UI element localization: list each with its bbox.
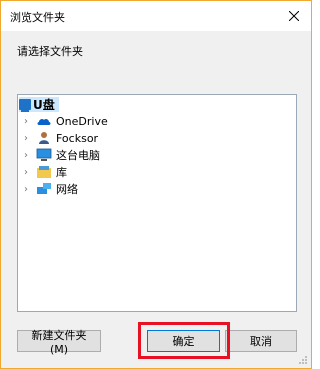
expand-chevron-icon[interactable]: › <box>20 184 32 195</box>
browse-folder-dialog: 浏览文件夹 请选择文件夹 U盘 › OneDrive › Focksor › 这… <box>0 0 312 369</box>
new-folder-button[interactable]: 新建文件夹(M) <box>17 329 101 356</box>
tree-item-label: 库 <box>56 166 67 179</box>
expand-chevron-icon[interactable]: › <box>20 116 32 127</box>
expand-chevron-icon[interactable]: › <box>20 133 32 144</box>
computer-icon <box>36 148 52 162</box>
tree-item-label: 这台电脑 <box>56 149 100 162</box>
tree-item-label: Focksor <box>56 131 99 145</box>
network-icon <box>36 182 52 196</box>
library-icon <box>36 165 52 179</box>
user-folder-icon <box>36 131 52 145</box>
tree-item-library[interactable]: › 库 <box>18 164 67 180</box>
dialog-title: 浏览文件夹 <box>10 11 65 24</box>
expand-chevron-icon[interactable]: › <box>20 167 32 178</box>
tree-root-selection[interactable]: U盘 <box>19 97 59 112</box>
tree-item-user[interactable]: › Focksor <box>18 130 98 146</box>
folder-tree[interactable]: U盘 › OneDrive › Focksor › 这台电脑 › 库 › 网络 <box>17 94 297 312</box>
tree-item-network[interactable]: › 网络 <box>18 181 78 197</box>
expand-chevron-icon[interactable]: › <box>20 150 32 161</box>
usb-drive-icon <box>19 99 31 112</box>
tree-root-label: U盘 <box>33 98 55 112</box>
resize-grip-icon[interactable] <box>298 355 308 365</box>
tree-item-label: 网络 <box>56 183 78 196</box>
prompt-text: 请选择文件夹 <box>17 45 83 58</box>
tree-root-item[interactable]: U盘 <box>19 97 59 112</box>
tree-item-label: OneDrive <box>56 114 108 128</box>
close-icon <box>289 11 299 21</box>
cancel-button[interactable]: 取消 <box>225 330 297 352</box>
tree-item-onedrive[interactable]: › OneDrive <box>18 113 108 129</box>
title-bar[interactable]: 浏览文件夹 <box>1 1 311 31</box>
onedrive-cloud-icon <box>36 114 52 128</box>
close-button[interactable] <box>277 1 311 31</box>
tree-item-this-pc[interactable]: › 这台电脑 <box>18 147 100 163</box>
ok-button[interactable]: 确定 <box>147 330 220 352</box>
